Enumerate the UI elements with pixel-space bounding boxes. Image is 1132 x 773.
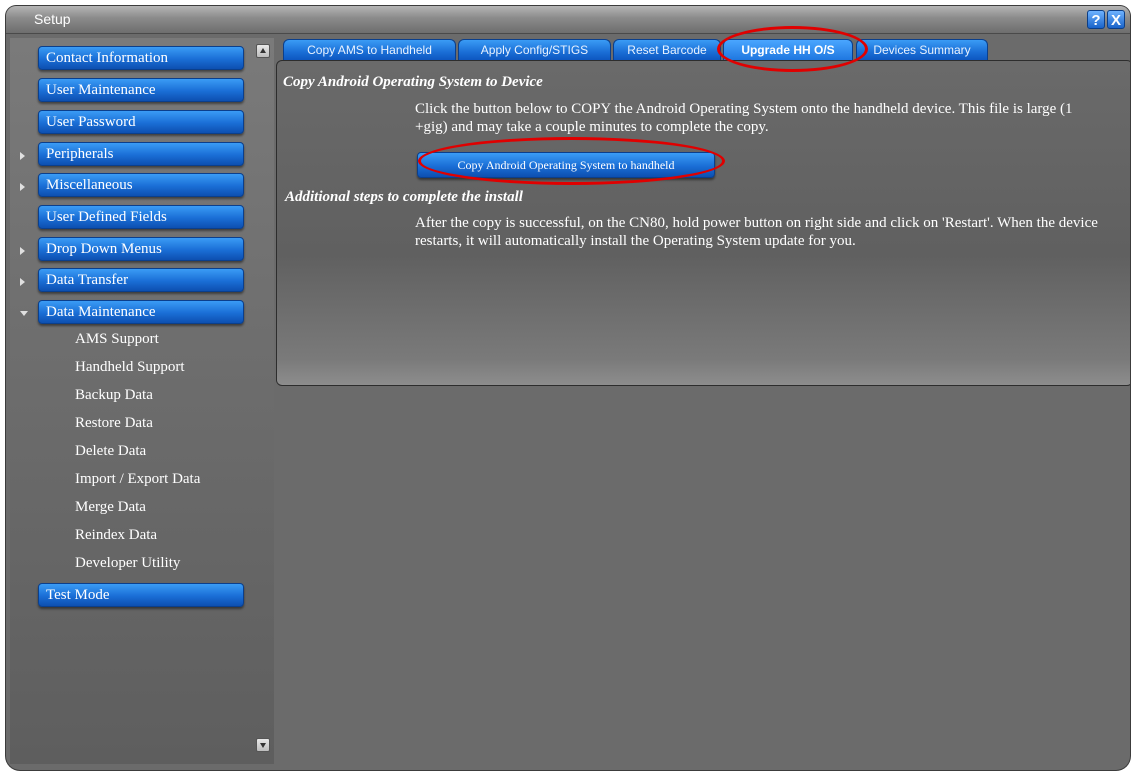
subitem-merge-data[interactable]: Merge Data — [75, 499, 146, 516]
sidebar-item-label: Data Transfer — [46, 272, 129, 288]
sidebar-item-label: Peripherals — [46, 146, 114, 162]
subitem-handheld-support[interactable]: Handheld Support — [75, 359, 185, 376]
sidebar-item-label: User Defined Fields — [46, 209, 167, 225]
subitem-import-export-data[interactable]: Import / Export Data — [75, 471, 200, 488]
sidebar-item-miscellaneous[interactable]: Miscellaneous — [38, 173, 244, 197]
subitem-delete-data[interactable]: Delete Data — [75, 443, 146, 460]
sidebar-item-peripherals[interactable]: Peripherals — [38, 142, 244, 166]
expand-arrow-icon[interactable] — [20, 247, 25, 255]
sidebar-item-label: Miscellaneous — [46, 177, 133, 193]
sidebar-item-user-password[interactable]: User Password — [38, 110, 244, 134]
sidebar-item-label: User Password — [46, 114, 136, 130]
sidebar-item-data-maintenance[interactable]: Data Maintenance — [38, 300, 244, 324]
subitem-restore-data[interactable]: Restore Data — [75, 415, 153, 432]
scroll-up-arrow-icon[interactable] — [256, 44, 270, 58]
close-icon[interactable]: X — [1107, 10, 1125, 29]
section-description-copy-os: Click the button below to COPY the Andro… — [415, 100, 1127, 136]
window-title: Setup — [34, 11, 71, 27]
copy-android-os-button[interactable]: Copy Android Operating System to handhel… — [417, 152, 715, 178]
description-line: +gig) and may take a couple minutes to c… — [415, 119, 769, 135]
section-title-additional-steps: Additional steps to complete the install — [285, 189, 523, 205]
content-panel: Copy Android Operating System to Device … — [276, 60, 1130, 386]
title-bar: Setup ? X — [6, 6, 1130, 34]
scroll-down-arrow-icon[interactable] — [256, 738, 270, 752]
sidebar-item-data-transfer[interactable]: Data Transfer — [38, 268, 244, 292]
tab-copy-ams-to-handheld[interactable]: Copy AMS to Handheld — [283, 39, 456, 60]
tab-devices-summary[interactable]: Devices Summary — [856, 39, 988, 60]
description-line: Click the button below to COPY the Andro… — [415, 101, 1073, 117]
description-line: After the copy is successful, on the CN8… — [415, 215, 1098, 231]
section-description-additional-steps: After the copy is successful, on the CN8… — [415, 214, 1130, 250]
sidebar-item-contact-information[interactable]: Contact Information — [38, 46, 244, 70]
tab-apply-config-stigs[interactable]: Apply Config/STIGS — [458, 39, 611, 60]
sidebar-item-label: Contact Information — [46, 50, 169, 66]
sidebar-item-label: Test Mode — [46, 587, 110, 603]
expand-arrow-icon[interactable] — [20, 183, 25, 191]
subitem-reindex-data[interactable]: Reindex Data — [75, 527, 157, 544]
setup-window: Setup ? X Contact Information User Maint… — [6, 6, 1130, 770]
subitem-ams-support[interactable]: AMS Support — [75, 331, 159, 348]
sidebar: Contact Information User Maintenance Use… — [10, 38, 274, 764]
sidebar-item-label: Data Maintenance — [46, 304, 156, 320]
sidebar-item-drop-down-menus[interactable]: Drop Down Menus — [38, 237, 244, 261]
subitem-developer-utility[interactable]: Developer Utility — [75, 555, 180, 572]
expand-arrow-icon[interactable] — [20, 278, 25, 286]
sidebar-item-user-defined-fields[interactable]: User Defined Fields — [38, 205, 244, 229]
tab-upgrade-hh-os[interactable]: Upgrade HH O/S — [723, 39, 853, 60]
sidebar-item-test-mode[interactable]: Test Mode — [38, 583, 244, 607]
description-line: restarts, it will automatically install … — [415, 233, 856, 249]
section-title-copy-os: Copy Android Operating System to Device — [283, 74, 543, 90]
question-mark-icon[interactable]: ? — [1087, 10, 1105, 29]
expand-arrow-icon[interactable] — [20, 152, 25, 160]
sidebar-item-label: User Maintenance — [46, 82, 156, 98]
collapse-arrow-icon[interactable] — [20, 311, 28, 316]
sidebar-item-label: Drop Down Menus — [46, 241, 162, 257]
tab-reset-barcode[interactable]: Reset Barcode — [613, 39, 721, 60]
sidebar-item-user-maintenance[interactable]: User Maintenance — [38, 78, 244, 102]
subitem-backup-data[interactable]: Backup Data — [75, 387, 153, 404]
